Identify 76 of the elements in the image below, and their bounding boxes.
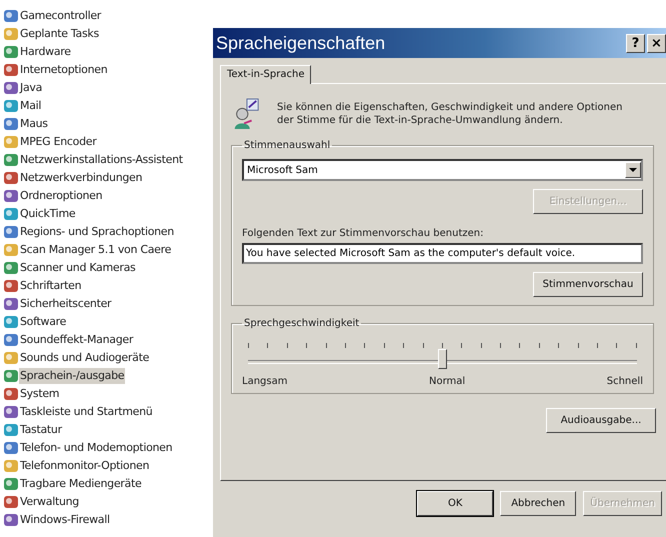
applet-item[interactable]: Gamecontroller <box>19 8 102 24</box>
applet-icon <box>3 260 19 276</box>
applet-item[interactable]: Maus <box>19 116 49 132</box>
group-label: Stimmenauswahl <box>243 140 332 151</box>
applet-item[interactable]: Scanner und Kameras <box>19 260 136 276</box>
applet-item[interactable]: Sounds und Audiogeräte <box>19 350 150 366</box>
scale-label: Normal <box>429 376 466 387</box>
applet-icon <box>3 422 19 438</box>
applet-icon <box>3 458 19 474</box>
applet-item[interactable]: Ordneroptionen <box>19 188 104 204</box>
slider-thumb[interactable] <box>438 349 446 369</box>
applet-item[interactable]: Scan Manager 5.1 von Caere <box>19 242 172 258</box>
applet-item[interactable]: Soundeffekt-Manager <box>19 332 134 348</box>
applet-item[interactable]: Windows-Firewall <box>19 512 111 528</box>
dialog-button[interactable]: OK <box>417 491 494 516</box>
applet-item[interactable]: Mail <box>19 98 42 114</box>
help-button[interactable]: ? <box>626 34 645 52</box>
applet-icon <box>3 8 19 24</box>
applet-icon <box>3 188 19 204</box>
applet-icon <box>3 314 19 330</box>
applet-item[interactable]: Internetoptionen <box>19 62 108 78</box>
tab[interactable]: Text-in-Sprache <box>220 65 312 84</box>
applet-icon <box>3 170 19 186</box>
applet-item[interactable]: Geplante Tasks <box>19 26 100 42</box>
applet-icon <box>3 386 19 402</box>
applet-icon <box>3 134 19 150</box>
applet-icon <box>3 332 19 348</box>
applet-icon <box>3 368 19 384</box>
dialog-button[interactable]: Stimmenvorschau <box>533 272 643 297</box>
field-label: Folgenden Text zur Stimmenvorschau benutzen: <box>242 228 484 239</box>
applet-item[interactable]: QuickTime <box>19 206 76 222</box>
applet-item[interactable]: Sprachein-/ausgabe <box>19 368 126 384</box>
applet-item[interactable]: Telefon- und Modemoptionen <box>19 440 174 456</box>
applet-icon <box>3 44 19 60</box>
applet-icon <box>3 494 19 510</box>
applet-item[interactable]: System <box>19 386 60 402</box>
applet-icon <box>3 62 19 78</box>
description-text: Sie können die Eigenschaften, Geschwindigkeit und andere Optionen der Stimme für die Text-in-Sprache-Umwandlung ändern. <box>277 101 624 127</box>
applet-item[interactable]: Netzwerkverbindungen <box>19 170 144 186</box>
applet-icon <box>3 278 19 294</box>
applet-icon <box>3 206 19 222</box>
applet-icon <box>3 224 19 240</box>
applet-item[interactable]: Taskleiste und Startmenü <box>19 404 154 420</box>
applet-item[interactable]: Netzwerkinstallations-Assistent <box>19 152 184 168</box>
applet-icon <box>3 152 19 168</box>
applet-item[interactable]: Verwaltung <box>19 494 80 510</box>
preview-text-field[interactable]: You have selected Microsoft Sam as the computer's default voice. <box>242 243 643 264</box>
scale-label: Schnell <box>606 376 643 387</box>
dialog-button[interactable]: Audioausgabe... <box>546 408 656 433</box>
voice-dropdown[interactable]: Microsoft Sam <box>242 159 643 181</box>
applet-icon <box>3 98 19 114</box>
applet-item[interactable]: Regions- und Sprachoptionen <box>19 224 175 240</box>
applet-icon <box>3 116 19 132</box>
applet-icon <box>3 296 19 312</box>
window-title: Spracheigenschaften <box>216 32 386 54</box>
dialog-button[interactable]: Abbrechen <box>500 491 576 516</box>
scale-label: Langsam <box>242 376 288 387</box>
applet-icon <box>3 350 19 366</box>
applet-item[interactable]: Telefonmonitor-Optionen <box>19 458 150 474</box>
applet-icon <box>3 80 19 96</box>
applet-item[interactable]: MPEG Encoder <box>19 134 98 150</box>
applet-icon <box>3 242 19 258</box>
group-label: Sprechgeschwindigkeit <box>243 318 360 329</box>
applet-item[interactable]: Schriftarten <box>19 278 82 294</box>
applet-icon <box>3 404 19 420</box>
applet-item[interactable]: Software <box>19 314 68 330</box>
applet-item[interactable]: Sicherheitscenter <box>19 296 112 312</box>
applet-icon <box>3 440 19 456</box>
applet-icon <box>3 26 19 42</box>
applet-item[interactable]: Hardware <box>19 44 72 60</box>
applet-icon <box>3 476 19 492</box>
applet-item[interactable]: Tragbare Mediengeräte <box>19 476 142 492</box>
applet-item[interactable]: Java <box>19 80 44 96</box>
applet-icon <box>3 512 19 528</box>
close-button[interactable]: × <box>647 34 666 52</box>
applet-item[interactable]: Tastatur <box>19 422 63 438</box>
